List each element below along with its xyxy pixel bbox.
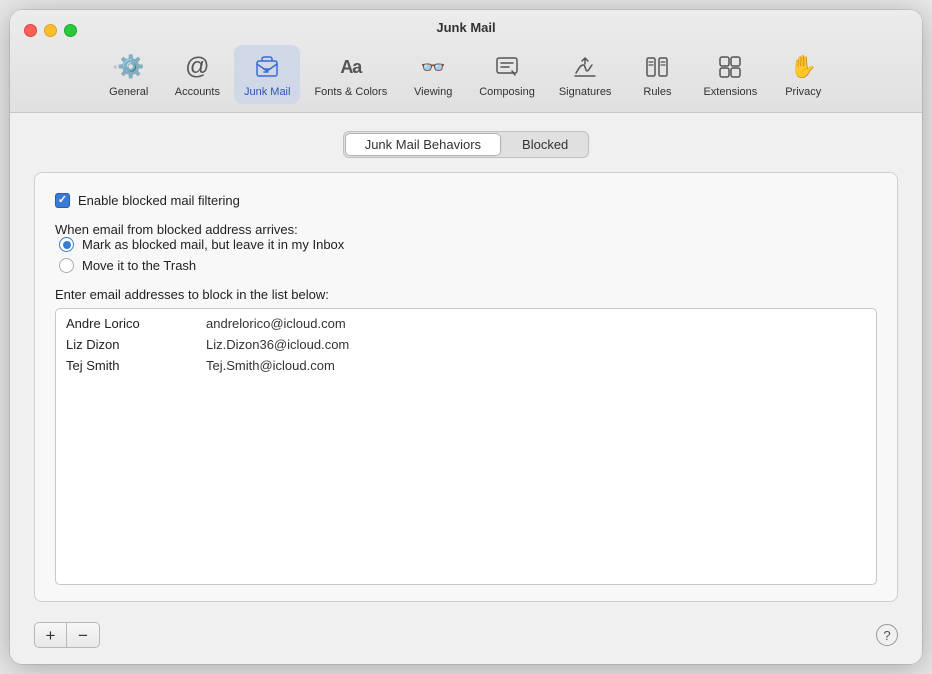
main-window: Junk Mail ⚙️ General @ Accounts <box>10 10 922 664</box>
segmented-control-inner: Junk Mail Behaviors Blocked <box>343 131 590 158</box>
content-area: Junk Mail Behaviors Blocked ✓ Enable blo… <box>10 113 922 664</box>
segmented-control: Junk Mail Behaviors Blocked <box>34 131 898 158</box>
email-address: andrelorico@icloud.com <box>206 316 346 331</box>
signature-icon <box>569 51 601 83</box>
toolbar-item-fonts-colors[interactable]: Aa Fonts & Colors <box>304 45 397 104</box>
toolbar-item-junk-mail[interactable]: Junk Mail <box>234 45 300 104</box>
toolbar-item-privacy[interactable]: ✋ Privacy <box>771 45 835 104</box>
junk-icon <box>251 51 283 83</box>
bottom-bar: + − ? <box>34 616 898 648</box>
rules-icon <box>641 51 673 83</box>
tab-blocked[interactable]: Blocked <box>502 132 588 157</box>
email-row[interactable]: Tej Smith Tej.Smith@icloud.com <box>56 355 876 376</box>
window-title: Junk Mail <box>436 20 495 35</box>
toolbar-label-viewing: Viewing <box>414 86 452 98</box>
at-icon: @ <box>181 51 213 83</box>
toolbar-item-general[interactable]: ⚙️ General <box>97 45 161 104</box>
checkmark-icon: ✓ <box>58 195 67 206</box>
email-name: Tej Smith <box>66 358 186 373</box>
radio-move-trash-outer[interactable] <box>59 258 74 273</box>
toolbar-label-fonts-colors: Fonts & Colors <box>314 86 387 98</box>
toolbar-label-privacy: Privacy <box>785 86 821 98</box>
help-button[interactable]: ? <box>876 624 898 646</box>
gear-icon: ⚙️ <box>113 51 145 83</box>
radio-mark-blocked-inner <box>63 241 71 249</box>
add-button[interactable]: + <box>35 623 67 647</box>
toolbar-label-accounts: Accounts <box>175 86 220 98</box>
enable-filtering-row[interactable]: ✓ Enable blocked mail filtering <box>55 193 877 208</box>
email-row[interactable]: Andre Lorico andrelorico@icloud.com <box>56 313 876 334</box>
email-row[interactable]: Liz Dizon Liz.Dizon36@icloud.com <box>56 334 876 355</box>
toolbar-label-signatures: Signatures <box>559 86 612 98</box>
enable-filtering-checkbox[interactable]: ✓ <box>55 193 70 208</box>
toolbar-item-rules[interactable]: Rules <box>625 45 689 104</box>
remove-button[interactable]: − <box>67 623 99 647</box>
toolbar-item-composing[interactable]: Composing <box>469 45 545 104</box>
close-button[interactable] <box>24 24 37 37</box>
toolbar-item-viewing[interactable]: 👓 Viewing <box>401 45 465 104</box>
radio-move-trash[interactable]: Move it to the Trash <box>59 258 877 273</box>
toolbar-label-rules: Rules <box>643 86 671 98</box>
compose-icon <box>491 51 523 83</box>
maximize-button[interactable] <box>64 24 77 37</box>
radio-mark-blocked[interactable]: Mark as blocked mail, but leave it in my… <box>59 237 877 252</box>
minimize-button[interactable] <box>44 24 57 37</box>
glasses-icon: 👓 <box>417 51 449 83</box>
toolbar-label-composing: Composing <box>479 86 535 98</box>
toolbar-label-junk-mail: Junk Mail <box>244 86 290 98</box>
radio-mark-blocked-label: Mark as blocked mail, but leave it in my… <box>82 237 344 252</box>
email-address: Tej.Smith@icloud.com <box>206 358 335 373</box>
email-address: Liz.Dizon36@icloud.com <box>206 337 349 352</box>
email-list[interactable]: Andre Lorico andrelorico@icloud.com Liz Di… <box>55 308 877 585</box>
email-name: Liz Dizon <box>66 337 186 352</box>
traffic-lights <box>24 24 77 37</box>
title-bar: Junk Mail ⚙️ General @ Accounts <box>10 10 922 113</box>
radio-move-trash-label: Move it to the Trash <box>82 258 196 273</box>
hand-icon: ✋ <box>787 51 819 83</box>
when-label: When email from blocked address arrives: <box>55 222 877 237</box>
when-section: When email from blocked address arrives:… <box>55 218 877 273</box>
font-icon: Aa <box>335 51 367 83</box>
toolbar-item-extensions[interactable]: Extensions <box>693 45 767 104</box>
toolbar-item-signatures[interactable]: Signatures <box>549 45 622 104</box>
extensions-icon <box>714 51 746 83</box>
toolbar-label-extensions: Extensions <box>703 86 757 98</box>
list-section: Enter email addresses to block in the li… <box>55 283 877 585</box>
tab-junk-behaviors[interactable]: Junk Mail Behaviors <box>345 133 501 156</box>
toolbar-item-accounts[interactable]: @ Accounts <box>165 45 230 104</box>
email-name: Andre Lorico <box>66 316 186 331</box>
radio-group: Mark as blocked mail, but leave it in my… <box>59 237 877 273</box>
toolbar: ⚙️ General @ Accounts Ju <box>97 45 836 112</box>
enable-filtering-label: Enable blocked mail filtering <box>78 193 240 208</box>
radio-mark-blocked-outer[interactable] <box>59 237 74 252</box>
list-label: Enter email addresses to block in the li… <box>55 287 877 302</box>
add-remove-group: + − <box>34 622 100 648</box>
toolbar-label-general: General <box>109 86 148 98</box>
settings-panel: ✓ Enable blocked mail filtering When ema… <box>34 172 898 602</box>
